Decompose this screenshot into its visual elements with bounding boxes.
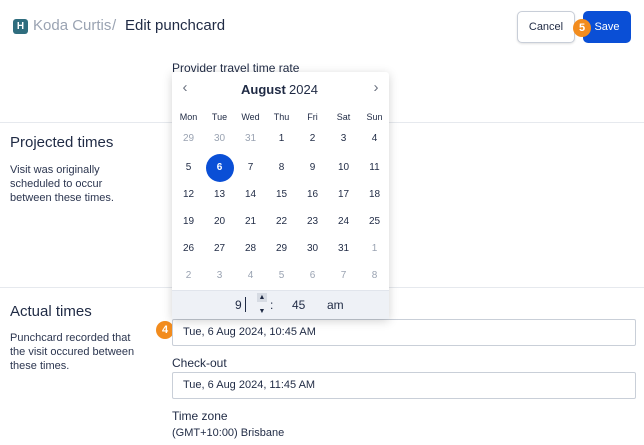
projected-times-title: Projected times	[10, 134, 114, 151]
calendar-day[interactable]: 1	[361, 235, 389, 263]
calendar-day[interactable]: 25	[361, 208, 389, 236]
calendar-day[interactable]: 23	[299, 208, 327, 236]
calendar-day[interactable]: 17	[330, 181, 358, 209]
calendar-day[interactable]: 29	[268, 235, 296, 263]
time-zone-label: Time zone	[172, 409, 228, 423]
calendar-day[interactable]: 1	[268, 125, 296, 153]
calendar-day[interactable]: 28	[237, 235, 265, 263]
actual-times-description: Punchcard recorded that the visit occure…	[10, 332, 135, 372]
calendar-day[interactable]: 18	[361, 181, 389, 209]
calendar-day[interactable]: 14	[237, 181, 265, 209]
calendar-day[interactable]: 26	[175, 235, 203, 263]
projected-times-description: Visit was originally scheduled to occur …	[10, 164, 114, 204]
calendar-day[interactable]: 21	[237, 208, 265, 236]
calendar-month[interactable]: August	[241, 82, 286, 97]
weekday-header: Mon	[179, 112, 198, 122]
calendar-day[interactable]: 16	[299, 181, 327, 209]
cancel-button[interactable]: Cancel	[517, 11, 575, 43]
time-zone-value: (GMT+10:00) Brisbane	[172, 427, 285, 439]
calendar-day[interactable]: 30	[299, 235, 327, 263]
calendar-day[interactable]: 6	[299, 262, 327, 290]
am-pm-toggle[interactable]: am	[327, 298, 344, 312]
calendar-day[interactable]: 30	[206, 125, 234, 153]
calendar-day[interactable]: 9	[299, 154, 327, 182]
calendar-day[interactable]: 22	[268, 208, 296, 236]
calendar-day[interactable]: 13	[206, 181, 234, 209]
calendar-day[interactable]: 7	[330, 262, 358, 290]
calendar-day[interactable]: 20	[206, 208, 234, 236]
page-title: Edit punchcard	[125, 17, 226, 34]
chevron-left-icon[interactable]: ‹	[176, 79, 194, 97]
calendar-year[interactable]: 2024	[289, 82, 318, 97]
calendar-day[interactable]: 12	[175, 181, 203, 209]
hour-decrement-icon[interactable]: ▼	[257, 307, 267, 316]
breadcrumb-separator: /	[112, 17, 117, 34]
calendar-day[interactable]: 15	[268, 181, 296, 209]
weekday-header: Fri	[307, 112, 318, 122]
hour-input[interactable]: 9	[235, 298, 242, 312]
calendar-day[interactable]: 31	[330, 235, 358, 263]
calendar-day[interactable]: 3	[330, 125, 358, 153]
calendar-day[interactable]: 3	[206, 262, 234, 290]
minute-input[interactable]: 45	[292, 298, 305, 312]
time-picker: 9 ▲ ▼ : 45 am	[172, 290, 389, 319]
step-badge-save: 5	[573, 19, 591, 37]
workspace-logo: H	[13, 19, 28, 34]
chevron-right-icon[interactable]: ›	[367, 79, 385, 97]
calendar-day[interactable]: 7	[237, 154, 265, 182]
hour-increment-icon[interactable]: ▲	[257, 293, 267, 302]
calendar-day[interactable]: 24	[330, 208, 358, 236]
calendar-day[interactable]: 2	[299, 125, 327, 153]
weekday-header: Sun	[366, 112, 383, 122]
weekday-header: Sat	[336, 112, 351, 122]
check-out-input[interactable]: Tue, 6 Aug 2024, 11:45 AM	[172, 372, 636, 399]
weekday-header: Wed	[241, 112, 260, 122]
calendar-day[interactable]: 5	[268, 262, 296, 290]
calendar-day[interactable]: 19	[175, 208, 203, 236]
weekday-header: Tue	[211, 112, 228, 122]
calendar-day[interactable]: 6	[205, 154, 234, 182]
calendar-day[interactable]: 2	[175, 262, 203, 290]
breadcrumb-parent[interactable]: Koda Curtis	[33, 17, 111, 34]
calendar-day[interactable]: 29	[175, 125, 203, 153]
calendar-day[interactable]: 11	[361, 154, 389, 182]
check-in-input[interactable]: Tue, 6 Aug 2024, 10:45 AM	[172, 319, 636, 346]
time-separator: :	[270, 298, 274, 312]
calendar-day[interactable]: 27	[206, 235, 234, 263]
calendar-day[interactable]: 10	[330, 154, 358, 182]
calendar-day[interactable]: 5	[175, 154, 203, 182]
calendar-day[interactable]: 8	[361, 262, 389, 290]
calendar-day[interactable]: 31	[237, 125, 265, 153]
actual-times-title: Actual times	[10, 303, 92, 320]
calendar-day[interactable]: 8	[268, 154, 296, 182]
weekday-header: Thu	[273, 112, 290, 122]
date-picker-popup: ‹ August 2024 › Mon Tue Wed Thu Fri Sat Sun 29…	[172, 72, 389, 319]
calendar-day[interactable]: 4	[237, 262, 265, 290]
check-out-label: Check-out	[172, 356, 227, 370]
calendar-day[interactable]: 4	[361, 125, 389, 153]
page-header: H Koda Curtis / Edit punchcard Cancel Sa…	[0, 0, 644, 56]
text-caret	[245, 297, 246, 312]
